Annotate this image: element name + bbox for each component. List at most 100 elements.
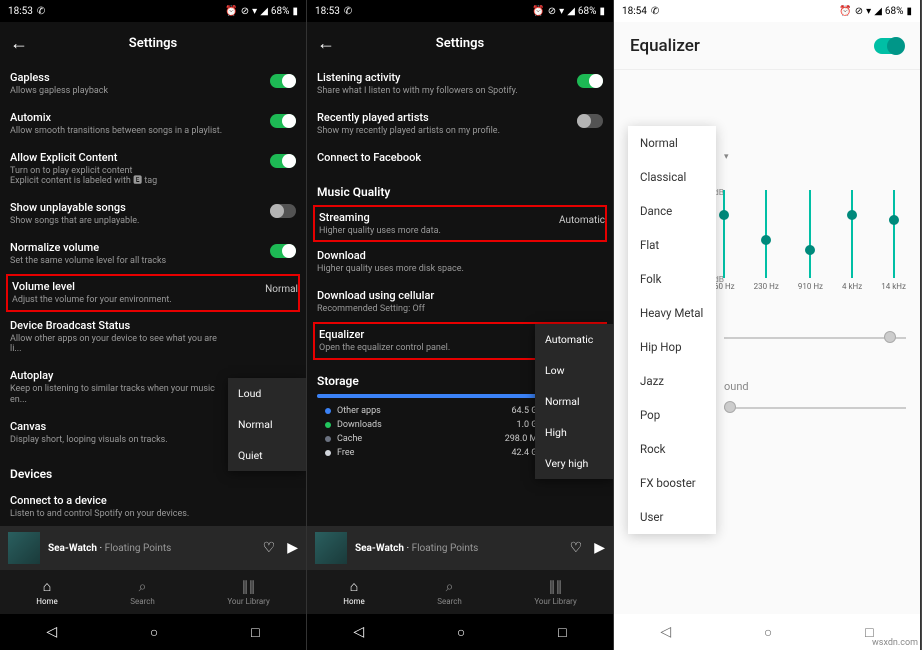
opt-high[interactable]: High xyxy=(535,417,613,448)
nav-back-icon[interactable]: ◁ xyxy=(353,624,364,640)
phone-settings-quality: 18:53✆ ⏰⊘▾◢68%▮ ← Settings Listening act… xyxy=(307,0,614,650)
volume-dropdown[interactable]: Loud Normal Quiet xyxy=(228,378,306,471)
preset-normal[interactable]: Normal xyxy=(628,126,716,160)
setting-normalize[interactable]: Normalize volume Set the same volume lev… xyxy=(10,234,296,274)
nav-back-icon[interactable]: ◁ xyxy=(660,624,671,640)
alarm-icon: ⏰ xyxy=(839,6,851,17)
heart-icon[interactable]: ♡ xyxy=(570,540,583,556)
preset-fx-booster[interactable]: FX booster xyxy=(628,466,716,500)
preset-heavy-metal[interactable]: Heavy Metal xyxy=(628,296,716,330)
nav-recent-icon[interactable]: □ xyxy=(251,624,259,641)
nav-home-icon[interactable]: ○ xyxy=(457,624,465,641)
toggle-automix[interactable] xyxy=(270,114,296,128)
eq-band-14kHz[interactable]: 14 kHz xyxy=(881,190,906,300)
now-playing-bar[interactable]: Sea-Watch · Floating Points ♡ ▶ xyxy=(0,526,306,570)
setting-streaming[interactable]: Streaming Higher quality uses more data.… xyxy=(313,205,607,243)
surround-slider[interactable] xyxy=(724,400,906,416)
back-icon[interactable]: ← xyxy=(317,33,335,54)
setting-connect-device[interactable]: Connect to a device Listen to and contro… xyxy=(10,487,296,526)
setting-volume-level[interactable]: Volume level Adjust the volume for your … xyxy=(6,274,300,312)
eq-band-60Hz[interactable]: 60 Hz xyxy=(714,190,735,300)
preset-classical[interactable]: Classical xyxy=(628,160,716,194)
opt-automatic[interactable]: Automatic xyxy=(535,324,613,355)
setting-download[interactable]: Download Higher quality uses more disk s… xyxy=(317,242,603,282)
battery-icon: ▮ xyxy=(906,6,912,17)
dropdown-caret-icon[interactable]: ▾ xyxy=(724,152,729,162)
nav-home[interactable]: ⌂Home xyxy=(343,578,365,606)
dnd-icon: ⊘ xyxy=(855,6,863,17)
play-icon[interactable]: ▶ xyxy=(594,540,605,556)
nav-recent-icon[interactable]: □ xyxy=(558,624,566,641)
alarm-icon: ⏰ xyxy=(225,6,237,17)
opt-normal[interactable]: Normal xyxy=(228,409,306,440)
page-title: Equalizer xyxy=(630,36,700,56)
nav-back-icon[interactable]: ◁ xyxy=(46,624,57,640)
page-title: Settings xyxy=(436,36,484,51)
nav-home-icon[interactable]: ○ xyxy=(150,624,158,641)
setting-gapless[interactable]: Gapless Allows gapless playback xyxy=(10,64,296,104)
setting-explicit[interactable]: Allow Explicit Content Turn on to play e… xyxy=(10,144,296,195)
play-icon[interactable]: ▶ xyxy=(287,540,298,556)
opt-loud[interactable]: Loud xyxy=(228,378,306,409)
preset-hip-hop[interactable]: Hip Hop xyxy=(628,330,716,364)
nav-library[interactable]: ∥∥Your Library xyxy=(534,579,576,606)
setting-broadcast[interactable]: Device Broadcast Status Allow other apps… xyxy=(10,312,296,363)
opt-quiet[interactable]: Quiet xyxy=(228,440,306,471)
eq-band-4kHz[interactable]: 4 kHz xyxy=(842,190,862,300)
toggle-equalizer[interactable] xyxy=(874,38,904,54)
toggle-unplayable[interactable] xyxy=(270,204,296,218)
eq-band-910Hz[interactable]: 910 Hz xyxy=(798,190,823,300)
setting-unplayable[interactable]: Show unplayable songs Show songs that ar… xyxy=(10,194,296,234)
battery-text: 68% xyxy=(271,6,290,17)
wifi-icon: ▾ xyxy=(252,6,257,17)
preset-jazz[interactable]: Jazz xyxy=(628,364,716,398)
android-navbar: ◁ ○ □ xyxy=(0,614,306,650)
clock: 18:53 xyxy=(315,6,340,17)
preset-dance[interactable]: Dance xyxy=(628,194,716,228)
back-icon[interactable]: ← xyxy=(10,33,28,54)
clock: 18:53 xyxy=(8,6,33,17)
music-quality-section: Music Quality xyxy=(317,185,603,199)
toggle-gapless[interactable] xyxy=(270,74,296,88)
library-icon: ∥∥ xyxy=(242,579,256,595)
preset-folk[interactable]: Folk xyxy=(628,262,716,296)
setting-automix[interactable]: Automix Allow smooth transitions between… xyxy=(10,104,296,144)
status-bar: 18:53✆ ⏰⊘▾◢68%▮ xyxy=(307,0,613,22)
android-navbar: ◁ ○ □ xyxy=(307,614,613,650)
toggle-explicit[interactable] xyxy=(270,154,296,168)
now-playing-text: Sea-Watch · Floating Points xyxy=(48,543,255,554)
opt-normal[interactable]: Normal xyxy=(535,386,613,417)
page-title: Settings xyxy=(129,36,177,51)
bass-slider[interactable] xyxy=(724,330,906,346)
toggle-recent[interactable] xyxy=(577,114,603,128)
signal-icon: ◢ xyxy=(874,6,882,17)
whatsapp-icon: ✆ xyxy=(344,6,352,17)
whatsapp-icon: ✆ xyxy=(651,6,659,17)
eq-band-230Hz[interactable]: 230 Hz xyxy=(754,190,779,300)
wifi-icon: ▾ xyxy=(559,6,564,17)
bottom-nav: ⌂Home ⌕Search ∥∥Your Library xyxy=(307,570,613,614)
quality-dropdown[interactable]: Automatic Low Normal High Very high xyxy=(535,324,613,479)
nav-home[interactable]: ⌂Home xyxy=(36,578,58,606)
preset-rock[interactable]: Rock xyxy=(628,432,716,466)
phone-equalizer: 18:54✆ ⏰⊘▾◢68%▮ Equalizer ▾ dB dB 60 Hz2… xyxy=(614,0,921,650)
nav-library[interactable]: ∥∥Your Library xyxy=(227,579,269,606)
setting-cellular[interactable]: Download using cellular Recommended Sett… xyxy=(317,282,603,322)
preset-user[interactable]: User xyxy=(628,500,716,534)
setting-recent-artists[interactable]: Recently played artists Show my recently… xyxy=(317,104,603,144)
toggle-normalize[interactable] xyxy=(270,244,296,258)
setting-listening-activity[interactable]: Listening activity Share what I listen t… xyxy=(317,64,603,104)
nav-home-icon[interactable]: ○ xyxy=(764,624,772,641)
preset-flat[interactable]: Flat xyxy=(628,228,716,262)
opt-low[interactable]: Low xyxy=(535,355,613,386)
now-playing-bar[interactable]: Sea-Watch · Floating Points ♡▶ xyxy=(307,526,613,570)
nav-search[interactable]: ⌕Search xyxy=(437,579,462,606)
opt-very-high[interactable]: Very high xyxy=(535,448,613,479)
toggle-listening[interactable] xyxy=(577,74,603,88)
nav-search[interactable]: ⌕Search xyxy=(130,579,155,606)
heart-icon[interactable]: ♡ xyxy=(263,540,276,556)
signal-icon: ◢ xyxy=(260,6,268,17)
preset-dropdown[interactable]: NormalClassicalDanceFlatFolkHeavy MetalH… xyxy=(628,126,716,534)
setting-connect-facebook[interactable]: Connect to Facebook xyxy=(317,144,603,171)
preset-pop[interactable]: Pop xyxy=(628,398,716,432)
